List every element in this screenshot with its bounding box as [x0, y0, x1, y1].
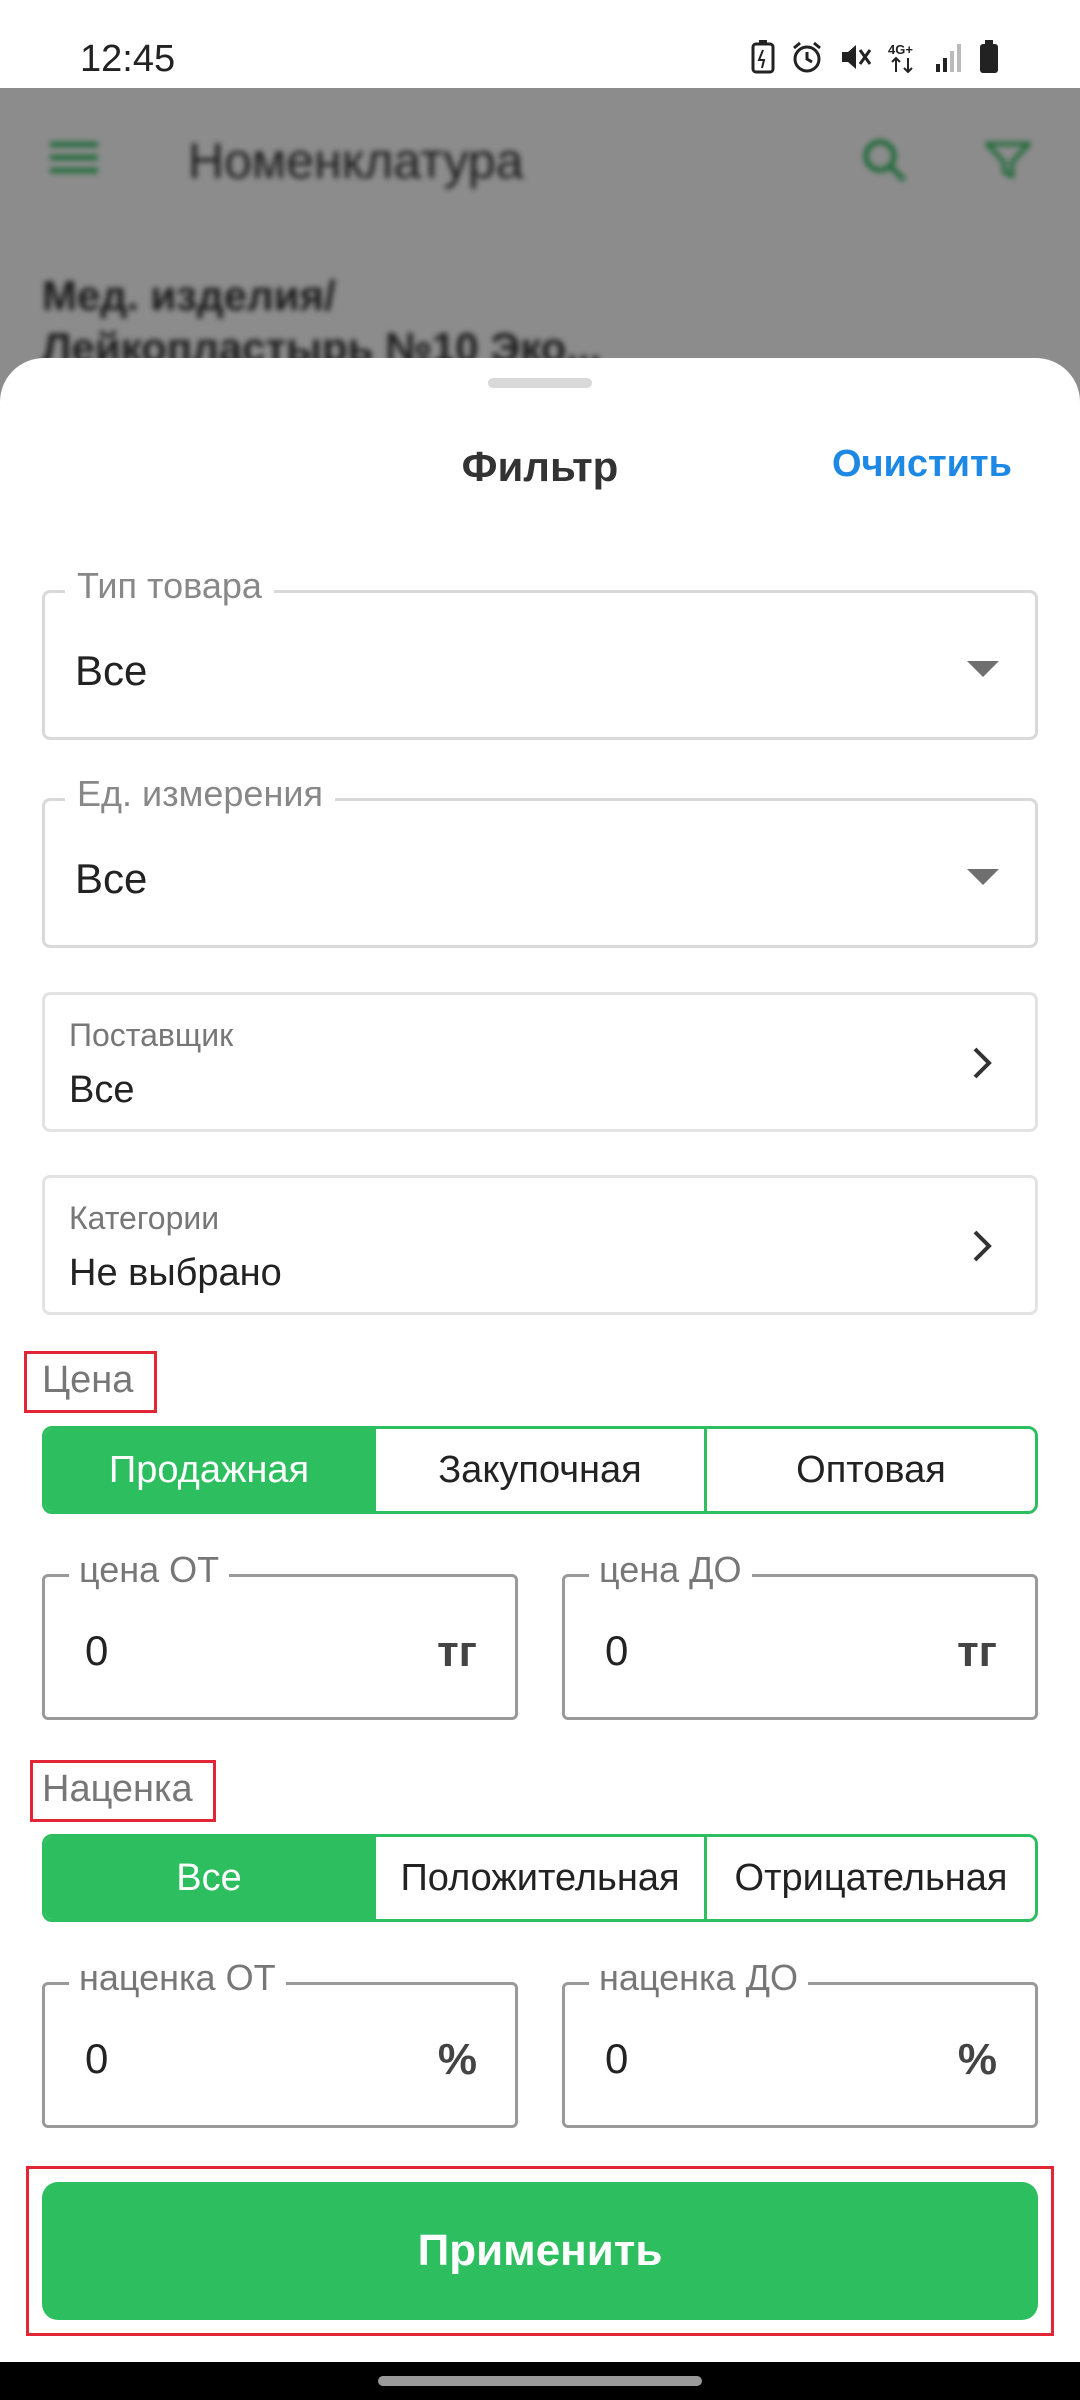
markup-from-field[interactable]: наценка ОТ 0 % — [42, 1957, 518, 2128]
chevron-right-icon — [973, 1230, 992, 1262]
markup-section-label: Наценка — [42, 1768, 193, 1810]
markup-type-segmented: Все Положительная Отрицательная — [42, 1834, 1038, 1922]
mute-icon — [842, 45, 872, 69]
categories-picker[interactable]: Категории Не выбрано — [42, 1175, 1038, 1315]
markup-from-value[interactable]: 0 — [85, 2035, 108, 2083]
price-option-selling[interactable]: Продажная — [45, 1429, 373, 1511]
signal-icon — [936, 44, 961, 72]
product-type-value: Все — [75, 647, 148, 694]
drag-handle[interactable] — [488, 378, 592, 388]
supplier-label: Поставщик — [69, 1017, 234, 1053]
price-from-field[interactable]: цена ОТ 0 тг — [42, 1549, 518, 1720]
markup-option-positive[interactable]: Положительная — [373, 1837, 704, 1919]
4g-icon: 4G+ — [888, 42, 913, 74]
unit-value: Все — [75, 855, 148, 902]
price-from-value[interactable]: 0 — [85, 1627, 108, 1675]
price-to-unit: тг — [957, 1627, 997, 1676]
markup-to-unit: % — [957, 2035, 997, 2084]
categories-label: Категории — [69, 1200, 220, 1236]
status-time: 12:45 — [80, 38, 176, 80]
markup-to-field[interactable]: наценка ДО 0 % — [562, 1957, 1038, 2128]
markup-to-value[interactable]: 0 — [605, 2035, 628, 2083]
price-type-segmented: Продажная Закупочная Оптовая — [42, 1426, 1038, 1514]
price-to-value[interactable]: 0 — [605, 1627, 628, 1675]
product-type-dropdown[interactable]: Тип товара Все — [42, 565, 1038, 740]
price-option-purchase[interactable]: Закупочная — [373, 1429, 704, 1511]
navigation-bar — [0, 2362, 1080, 2400]
screen: 12:45 4G+ Номенклатура Мед. изделия/ Лей… — [0, 0, 1080, 2400]
chevron-right-icon — [973, 1047, 992, 1079]
markup-from-label: наценка ОТ — [69, 1957, 286, 1999]
filter-bottom-sheet: Фильтр Очистить Тип товара Все Ед. измер… — [0, 358, 1080, 2400]
price-section-label: Цена — [42, 1359, 134, 1401]
price-from-unit: тг — [437, 1627, 477, 1676]
product-type-label: Тип товара — [65, 565, 274, 607]
dropdown-arrow-icon — [967, 869, 999, 885]
dropdown-arrow-icon — [967, 661, 999, 677]
price-to-label: цена ДО — [589, 1549, 752, 1591]
supplier-picker[interactable]: Поставщик Все — [42, 992, 1038, 1132]
price-to-field[interactable]: цена ДО 0 тг — [562, 1549, 1038, 1720]
alarm-icon — [793, 41, 821, 73]
price-from-label: цена ОТ — [69, 1549, 230, 1591]
battery-icon — [980, 40, 998, 73]
markup-from-unit: % — [437, 2035, 477, 2084]
supplier-value: Все — [69, 1069, 135, 1111]
categories-value: Не выбрано — [69, 1252, 282, 1294]
markup-option-negative[interactable]: Отрицательная — [704, 1837, 1035, 1919]
status-bar: 12:45 4G+ — [0, 0, 1080, 88]
home-gesture-pill[interactable] — [378, 2376, 702, 2386]
svg-text:4G+: 4G+ — [888, 42, 913, 57]
status-icons: 4G+ — [750, 40, 1000, 74]
unit-dropdown[interactable]: Ед. измерения Все — [42, 773, 1038, 948]
price-option-wholesale[interactable]: Оптовая — [704, 1429, 1035, 1511]
battery-saver-icon — [751, 40, 775, 74]
markup-to-label: наценка ДО — [589, 1957, 808, 1999]
apply-button[interactable]: Применить — [42, 2182, 1038, 2320]
clear-button[interactable]: Очистить — [832, 443, 1012, 486]
markup-option-all[interactable]: Все — [45, 1837, 373, 1919]
unit-label: Ед. измерения — [65, 773, 335, 815]
